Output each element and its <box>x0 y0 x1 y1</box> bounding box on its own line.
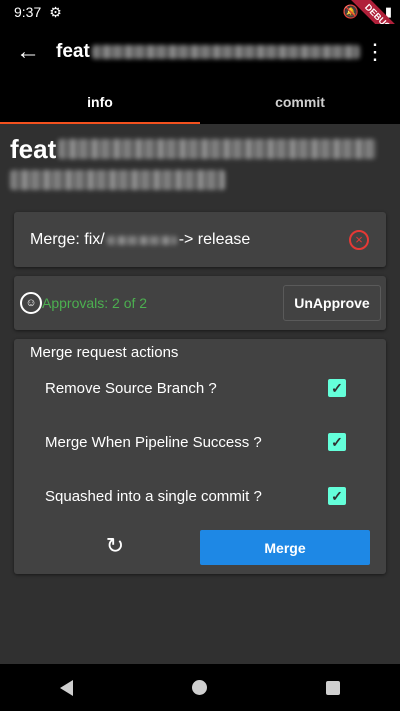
squash-commit-checkbox[interactable]: ✓ <box>328 487 346 505</box>
redacted-branch <box>106 235 177 245</box>
back-button[interactable]: ← <box>0 24 56 80</box>
tab-commit[interactable]: commit <box>200 80 400 124</box>
option-remove-source-branch: Remove Source Branch ? ✓ <box>45 373 386 403</box>
redacted-title-line-1 <box>58 139 377 159</box>
app-bar-title: feat <box>56 41 360 63</box>
gear-icon: ⚙ <box>49 3 62 20</box>
unapprove-label: UnApprove <box>294 295 370 311</box>
remove-source-branch-checkbox[interactable]: ✓ <box>328 379 346 397</box>
option-label: Squashed into a single commit ? <box>45 487 262 505</box>
app-bar: ← feat ⋮ <box>0 24 400 80</box>
circle-home-icon <box>192 680 208 695</box>
merge-label: Merge <box>264 539 306 556</box>
merge-button[interactable]: Merge <box>200 530 370 565</box>
tab-commit-label: commit <box>275 94 325 110</box>
approval-card: ☺ Approvals: 2 of 2 UnApprove <box>14 276 386 330</box>
nav-back-button[interactable] <box>47 668 87 708</box>
redacted-title <box>91 45 360 59</box>
status-time: 9:37 <box>14 4 42 20</box>
triangle-back-icon <box>60 679 74 696</box>
merge-request-title: feat <box>10 134 390 190</box>
merge-branch-card: Merge: fix/ -> release × <box>14 212 386 267</box>
merge-prefix: Merge: fix/ <box>30 231 105 248</box>
status-bar: 9:37 ⚙ 🔕 ◥ ▮ DEBUG <box>0 0 400 51</box>
refresh-icon: ↻ <box>105 533 125 558</box>
approvals-status: Approvals: 2 of 2 <box>42 295 148 311</box>
unapprove-button[interactable]: UnApprove <box>283 285 381 321</box>
refresh-button[interactable]: ↻ <box>100 531 130 561</box>
option-merge-when-pipeline-success: Merge When Pipeline Success ? ✓ <box>45 427 386 457</box>
tab-info-label: info <box>87 94 113 110</box>
merge-when-pipeline-success-checkbox[interactable]: ✓ <box>328 433 346 451</box>
smiley-icon: ☺ <box>20 292 42 314</box>
arrow-left-icon: ← <box>16 38 40 65</box>
more-vert-icon: ⋮ <box>364 39 386 64</box>
tab-info[interactable]: info <box>0 80 200 124</box>
app-bar-title-text: feat <box>56 41 90 62</box>
system-nav-bar <box>0 664 400 711</box>
merge-branch-text: Merge: fix/ -> release <box>30 231 250 249</box>
merge-suffix: -> release <box>178 231 251 248</box>
option-squash-commit: Squashed into a single commit ? ✓ <box>45 481 386 511</box>
option-label: Merge When Pipeline Success ? <box>45 433 262 451</box>
merge-actions-card: Merge request actions Remove Source Bran… <box>14 339 386 574</box>
tab-bar: info commit <box>0 80 400 124</box>
mute-icon: 🔕 <box>342 4 359 19</box>
nav-home-button[interactable] <box>180 668 220 708</box>
nav-recents-button[interactable] <box>313 668 353 708</box>
title-text: feat <box>10 134 57 164</box>
close-circle-icon[interactable]: × <box>349 230 369 250</box>
more-menu-button[interactable]: ⋮ <box>360 24 390 80</box>
option-label: Remove Source Branch ? <box>45 379 217 397</box>
redacted-title-line-2 <box>10 170 225 190</box>
actions-title: Merge request actions <box>30 344 179 361</box>
square-recents-icon <box>326 680 341 695</box>
